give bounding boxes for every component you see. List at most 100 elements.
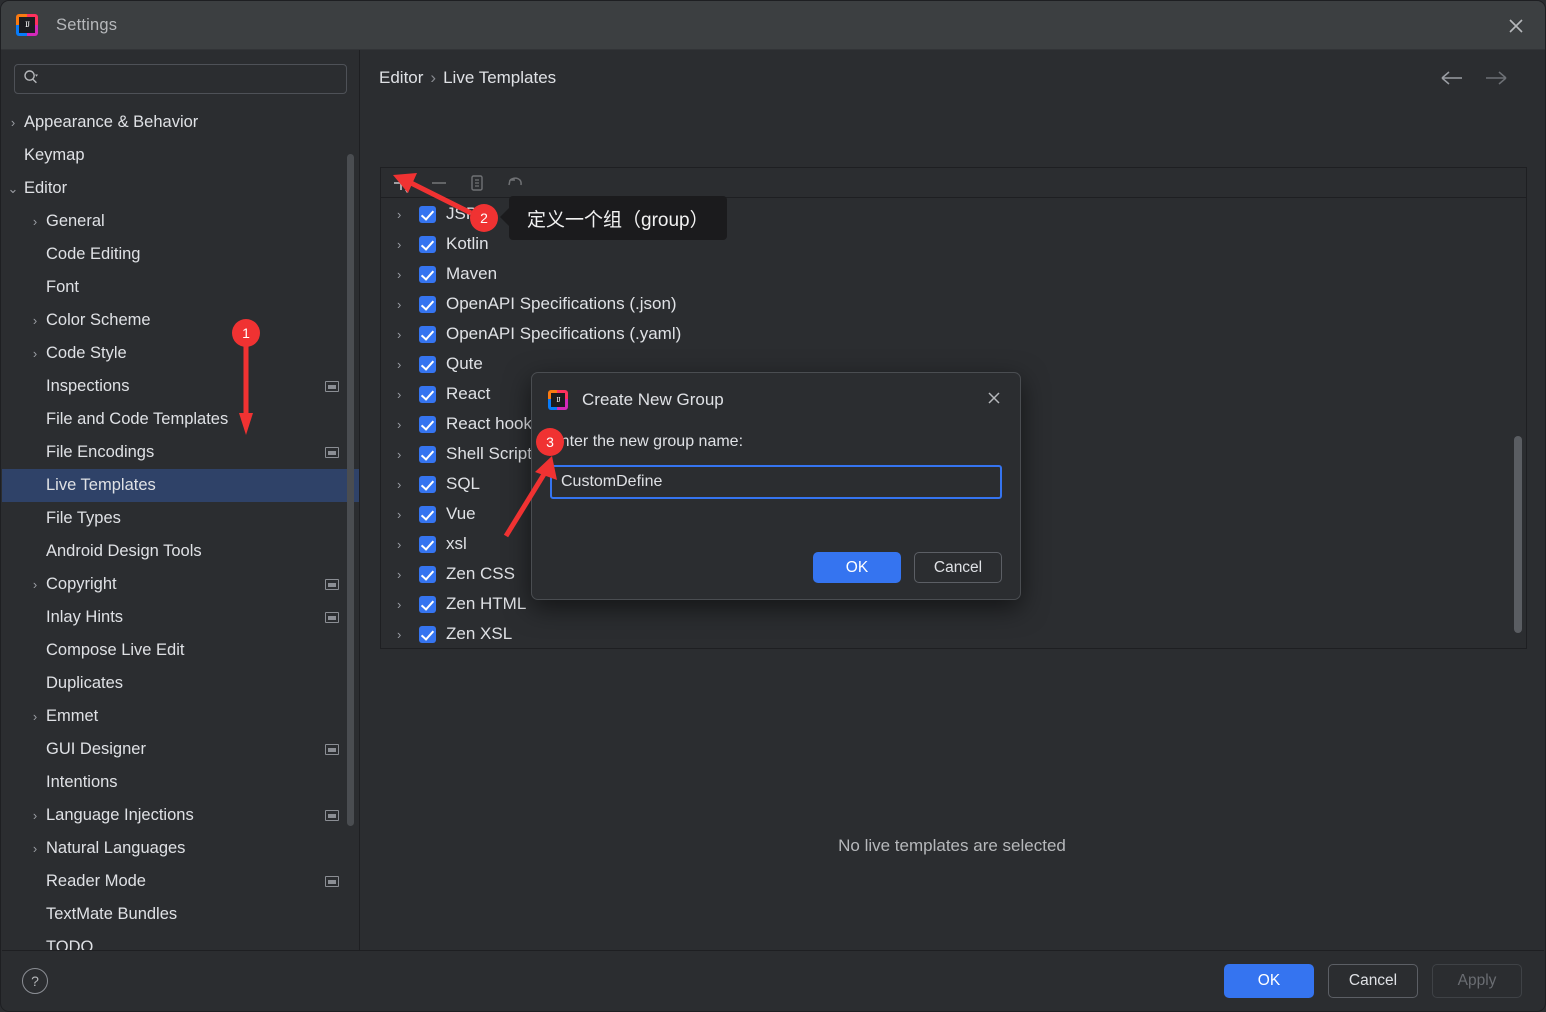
sidebar-item-file-encodings[interactable]: File Encodings xyxy=(2,436,359,469)
template-group-checkbox[interactable] xyxy=(419,416,436,433)
chevron-right-icon[interactable]: › xyxy=(24,577,46,592)
sidebar-item-keymap[interactable]: Keymap xyxy=(2,139,359,172)
sidebar-item-code-editing[interactable]: Code Editing xyxy=(2,238,359,271)
template-group-checkbox[interactable] xyxy=(419,596,436,613)
template-group-checkbox[interactable] xyxy=(419,476,436,493)
create-new-group-dialog: IJ Create New Group Enter the new group … xyxy=(531,372,1021,600)
sidebar-scrollbar[interactable] xyxy=(347,154,354,826)
intellij-logo-icon: IJ xyxy=(548,390,568,410)
copy-icon[interactable] xyxy=(465,171,489,195)
sidebar-item-intentions[interactable]: Intentions xyxy=(2,766,359,799)
chevron-right-icon[interactable]: › xyxy=(24,808,46,823)
chevron-right-icon[interactable]: › xyxy=(397,387,419,402)
chevron-right-icon[interactable]: › xyxy=(24,214,46,229)
chevron-right-icon[interactable]: › xyxy=(397,207,419,222)
settings-window: IJ Settings ›Appearance & Behavi xyxy=(0,0,1546,1012)
chevron-down-icon[interactable]: ⌄ xyxy=(2,181,24,197)
sidebar-item-font[interactable]: Font xyxy=(2,271,359,304)
templates-scrollbar[interactable] xyxy=(1514,436,1522,633)
chevron-right-icon[interactable]: › xyxy=(397,447,419,462)
sidebar-item-reader-mode[interactable]: Reader Mode xyxy=(2,865,359,898)
sidebar-item-appearance-behavior[interactable]: ›Appearance & Behavior xyxy=(2,106,359,139)
chevron-right-icon[interactable]: › xyxy=(2,115,24,130)
chevron-right-icon[interactable]: › xyxy=(397,267,419,282)
sidebar-item-textmate-bundles[interactable]: TextMate Bundles xyxy=(2,898,359,931)
template-group-checkbox[interactable] xyxy=(419,626,436,643)
chevron-right-icon[interactable]: › xyxy=(397,477,419,492)
sidebar-item-inspections[interactable]: Inspections xyxy=(2,370,359,403)
sidebar-item-emmet[interactable]: ›Emmet xyxy=(2,700,359,733)
arrow-left-icon[interactable] xyxy=(1440,70,1466,91)
chevron-right-icon[interactable]: › xyxy=(24,841,46,856)
sidebar-item-label: Reader Mode xyxy=(46,872,146,891)
template-group-row[interactable]: › Zen XSL xyxy=(381,619,1526,648)
group-name-field[interactable] xyxy=(550,465,1002,499)
sidebar-item-language-injections[interactable]: ›Language Injections xyxy=(2,799,359,832)
sidebar-item-copyright[interactable]: ›Copyright xyxy=(2,568,359,601)
undo-icon[interactable] xyxy=(503,171,527,195)
sidebar-item-file-types[interactable]: File Types xyxy=(2,502,359,535)
chevron-right-icon[interactable]: › xyxy=(397,327,419,342)
sidebar-item-color-scheme[interactable]: ›Color Scheme xyxy=(2,304,359,337)
chevron-right-icon[interactable]: › xyxy=(397,537,419,552)
dialog-cancel-button[interactable]: Cancel xyxy=(914,552,1002,583)
chevron-right-icon[interactable]: › xyxy=(397,417,419,432)
sidebar-item-gui-designer[interactable]: GUI Designer xyxy=(2,733,359,766)
sidebar-item-label: Color Scheme xyxy=(46,311,151,330)
plus-icon[interactable] xyxy=(389,171,413,195)
chevron-right-icon[interactable]: › xyxy=(397,297,419,312)
chevron-right-icon[interactable]: › xyxy=(397,507,419,522)
template-group-checkbox[interactable] xyxy=(419,386,436,403)
template-group-checkbox[interactable] xyxy=(419,296,436,313)
template-group-label: Vue xyxy=(446,504,476,524)
minus-icon[interactable] xyxy=(427,171,451,195)
sidebar-item-live-templates[interactable]: Live Templates xyxy=(2,469,359,502)
template-group-row[interactable]: ›OpenAPI Specifications (.yaml) xyxy=(381,319,1526,349)
arrow-right-icon[interactable] xyxy=(1484,70,1510,91)
sidebar-item-natural-languages[interactable]: ›Natural Languages xyxy=(2,832,359,865)
sidebar-item-file-and-code-templates[interactable]: File and Code Templates xyxy=(2,403,359,436)
close-icon[interactable] xyxy=(984,388,1004,413)
template-group-checkbox[interactable] xyxy=(419,326,436,343)
search-box[interactable] xyxy=(14,64,347,94)
cancel-button[interactable]: Cancel xyxy=(1328,964,1418,998)
chevron-right-icon[interactable]: › xyxy=(24,313,46,328)
navigation-arrows xyxy=(1440,70,1510,91)
template-group-checkbox[interactable] xyxy=(419,566,436,583)
group-name-input[interactable] xyxy=(561,473,991,491)
template-group-label: React hooks xyxy=(446,414,541,434)
chevron-right-icon[interactable]: › xyxy=(397,357,419,372)
chevron-right-icon[interactable]: › xyxy=(397,597,419,612)
template-group-checkbox[interactable] xyxy=(419,206,436,223)
window-badge-icon xyxy=(325,744,339,755)
search-input[interactable] xyxy=(45,71,338,87)
template-group-row[interactable]: ›OpenAPI Specifications (.json) xyxy=(381,289,1526,319)
template-group-label: Zen XSL xyxy=(446,624,512,644)
template-group-checkbox[interactable] xyxy=(419,506,436,523)
chevron-right-icon[interactable]: › xyxy=(397,567,419,582)
sidebar-item-compose-live-edit[interactable]: Compose Live Edit xyxy=(2,634,359,667)
sidebar-item-duplicates[interactable]: Duplicates xyxy=(2,667,359,700)
sidebar-item-code-style[interactable]: ›Code Style xyxy=(2,337,359,370)
sidebar-item-inlay-hints[interactable]: Inlay Hints xyxy=(2,601,359,634)
sidebar-item-android-design-tools[interactable]: Android Design Tools xyxy=(2,535,359,568)
dialog-ok-button[interactable]: OK xyxy=(813,552,901,583)
close-icon[interactable] xyxy=(1503,13,1529,39)
sidebar-item-editor[interactable]: ⌄Editor xyxy=(2,172,359,205)
template-group-checkbox[interactable] xyxy=(419,266,436,283)
chevron-right-icon[interactable]: › xyxy=(24,346,46,361)
templates-toolbar xyxy=(381,168,1526,198)
chevron-right-icon[interactable]: › xyxy=(397,627,419,642)
chevron-right-icon[interactable]: › xyxy=(24,709,46,724)
template-group-row[interactable]: ›Maven xyxy=(381,259,1526,289)
template-group-checkbox[interactable] xyxy=(419,236,436,253)
chevron-right-icon[interactable]: › xyxy=(397,237,419,252)
template-group-checkbox[interactable] xyxy=(419,356,436,373)
sidebar-item-general[interactable]: ›General xyxy=(2,205,359,238)
ok-button[interactable]: OK xyxy=(1224,964,1314,998)
template-group-checkbox[interactable] xyxy=(419,536,436,553)
help-button[interactable]: ? xyxy=(22,968,48,994)
breadcrumb-parent[interactable]: Editor xyxy=(379,68,423,87)
empty-state-text: No live templates are selected xyxy=(360,836,1544,856)
template-group-checkbox[interactable] xyxy=(419,446,436,463)
